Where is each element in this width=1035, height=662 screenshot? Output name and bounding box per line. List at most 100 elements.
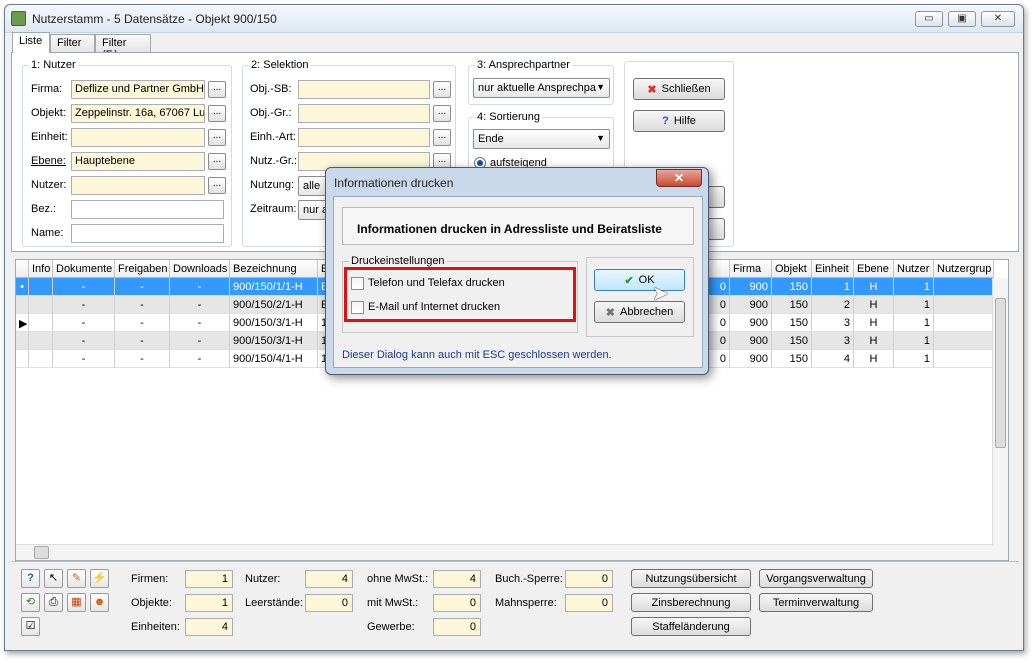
cell-down: -	[170, 296, 230, 314]
staffelaenderung-button[interactable]: Staffeländerung	[631, 617, 751, 636]
firma-label: Firma:	[31, 83, 63, 95]
cell-objekt: 150	[772, 296, 812, 314]
hilfe-label: Hilfe	[673, 115, 696, 127]
tab-liste[interactable]: Liste	[12, 32, 50, 53]
cell-frei: -	[115, 296, 170, 314]
firmen-value: 1	[185, 570, 233, 588]
cell-nutzer: 1	[894, 350, 934, 368]
ebene-label: Ebene:	[31, 155, 66, 167]
terminverwaltung-button[interactable]: Terminverwaltung	[759, 593, 873, 612]
cell-marker	[16, 350, 29, 368]
tab-filter-f[interactable]: Filter (F.)	[95, 34, 151, 61]
ebene-browse-button[interactable]: ...	[208, 153, 226, 170]
col-bezeichnung[interactable]: Bezeichnung	[230, 260, 318, 278]
objgr-browse-button[interactable]: ...	[433, 105, 451, 122]
einheit-label: Einheit:	[31, 131, 68, 143]
cell-nutzer: 1	[894, 332, 934, 350]
cell-firma: 900	[730, 278, 772, 296]
col-einheit[interactable]: Einheit	[812, 260, 854, 278]
cell-down: -	[170, 332, 230, 350]
cell-einheit: 2	[812, 296, 854, 314]
gewerbe-value: 0	[433, 618, 481, 636]
name-field[interactable]	[71, 224, 224, 243]
document-icon[interactable]: ▦	[67, 593, 86, 612]
cell-frei: -	[115, 278, 170, 296]
users-icon[interactable]: ☻	[90, 593, 109, 612]
telefon-checkbox[interactable]	[351, 277, 364, 290]
cell-ebene: H	[854, 314, 894, 332]
pencil-icon[interactable]: ✎	[67, 569, 86, 588]
maximize-button[interactable]: ▣	[948, 11, 976, 27]
vertical-scrollbar[interactable]	[992, 278, 1008, 560]
cell-dok: -	[53, 314, 115, 332]
ansprech-select[interactable]: nur aktuelle Ansprechpa ▼	[473, 78, 610, 98]
col-firma[interactable]: Firma	[730, 260, 772, 278]
help-icon: ?	[662, 115, 669, 127]
nutzung-value: alle	[303, 180, 321, 192]
abbrechen-label: Abbrechen	[620, 306, 674, 318]
objekt-field[interactable]: Zeppelinstr. 16a, 67067 Lu	[71, 104, 205, 123]
printer-icon[interactable]: ⎙	[44, 593, 63, 612]
zinsberechnung-button[interactable]: Zinsberechnung	[631, 593, 751, 612]
chevron-down-icon: ▼	[596, 82, 605, 92]
cell-grp	[934, 296, 994, 314]
scroll-thumb[interactable]	[995, 298, 1006, 448]
nutzungsuebersicht-button[interactable]: Nutzungsübersicht	[631, 569, 751, 588]
firma-field[interactable]: Deflize und Partner GmbH	[71, 80, 205, 99]
lightning-icon[interactable]: ⚡	[90, 569, 109, 588]
einhart-field[interactable]	[298, 128, 430, 147]
firma-browse-button[interactable]: ...	[208, 81, 226, 98]
vorgangsverwaltung-button[interactable]: Vorgangsverwaltung	[759, 569, 873, 588]
einhart-browse-button[interactable]: ...	[433, 129, 451, 146]
col-objekt[interactable]: Objekt	[772, 260, 812, 278]
objekt-browse-button[interactable]: ...	[208, 105, 226, 122]
nutzer-browse-button[interactable]: ...	[208, 177, 226, 194]
cell-dok: -	[53, 332, 115, 350]
ebene-field[interactable]: Hauptebene	[71, 152, 205, 171]
dialog-close-button[interactable]: ✕	[656, 169, 702, 187]
abbrechen-button[interactable]: ✖ Abbrechen	[594, 301, 685, 323]
cell-objekt: 150	[772, 332, 812, 350]
objsb-browse-button[interactable]: ...	[433, 81, 451, 98]
tab-filter[interactable]: Filter	[50, 34, 95, 52]
mit-mwst-value: 0	[433, 594, 481, 612]
sortierung-select[interactable]: Ende ▼	[473, 129, 610, 149]
objgr-field[interactable]	[298, 104, 430, 123]
hscroll-thumb[interactable]	[34, 546, 49, 559]
cell-einheit: 3	[812, 332, 854, 350]
bez-field[interactable]	[71, 200, 224, 219]
pointer-icon[interactable]: ↖	[44, 569, 63, 588]
ok-button[interactable]: ✔ OK	[594, 269, 685, 291]
checkbox-icon[interactable]: ☑	[21, 617, 40, 636]
druckeinstellungen-title: Druckeinstellungen	[349, 255, 447, 267]
schliessen-button[interactable]: ✖ Schließen	[633, 78, 725, 100]
einheit-field[interactable]	[71, 128, 205, 147]
help-icon[interactable]: ?	[21, 569, 40, 588]
col-freigaben[interactable]: Freigaben	[115, 260, 170, 278]
col-nutzergruppe[interactable]: Nutzergrup	[934, 260, 994, 278]
minimize-button[interactable]: ▭	[915, 11, 943, 27]
einheiten-value: 4	[185, 618, 233, 636]
cell-bez: 900/150/2/1-H	[230, 296, 318, 314]
col-ebene[interactable]: Ebene	[854, 260, 894, 278]
refresh-icon[interactable]: ⟲	[21, 593, 40, 612]
nutzgr-label: Nutz.-Gr.:	[250, 155, 298, 167]
col-dokumente[interactable]: Dokumente	[53, 260, 115, 278]
objsb-field[interactable]	[298, 80, 430, 99]
cell-marker: •	[16, 278, 29, 296]
col-nutzer[interactable]: Nutzer	[894, 260, 934, 278]
col-downloads[interactable]: Downloads	[170, 260, 230, 278]
horizontal-scrollbar[interactable]	[16, 544, 994, 560]
name-label: Name:	[31, 227, 64, 239]
col-info[interactable]: Info	[29, 260, 53, 278]
cell-dok: -	[53, 296, 115, 314]
email-checkbox[interactable]	[351, 301, 364, 314]
cell-ebene: H	[854, 350, 894, 368]
cell-info	[29, 296, 53, 314]
einheit-browse-button[interactable]: ...	[208, 129, 226, 146]
hilfe-button[interactable]: ? Hilfe	[633, 110, 725, 132]
dialog-title: Informationen drucken	[334, 176, 454, 190]
nutzer-field[interactable]	[71, 176, 205, 195]
close-button[interactable]: ✕	[981, 11, 1015, 27]
cancel-x-icon: ✖	[605, 306, 615, 319]
